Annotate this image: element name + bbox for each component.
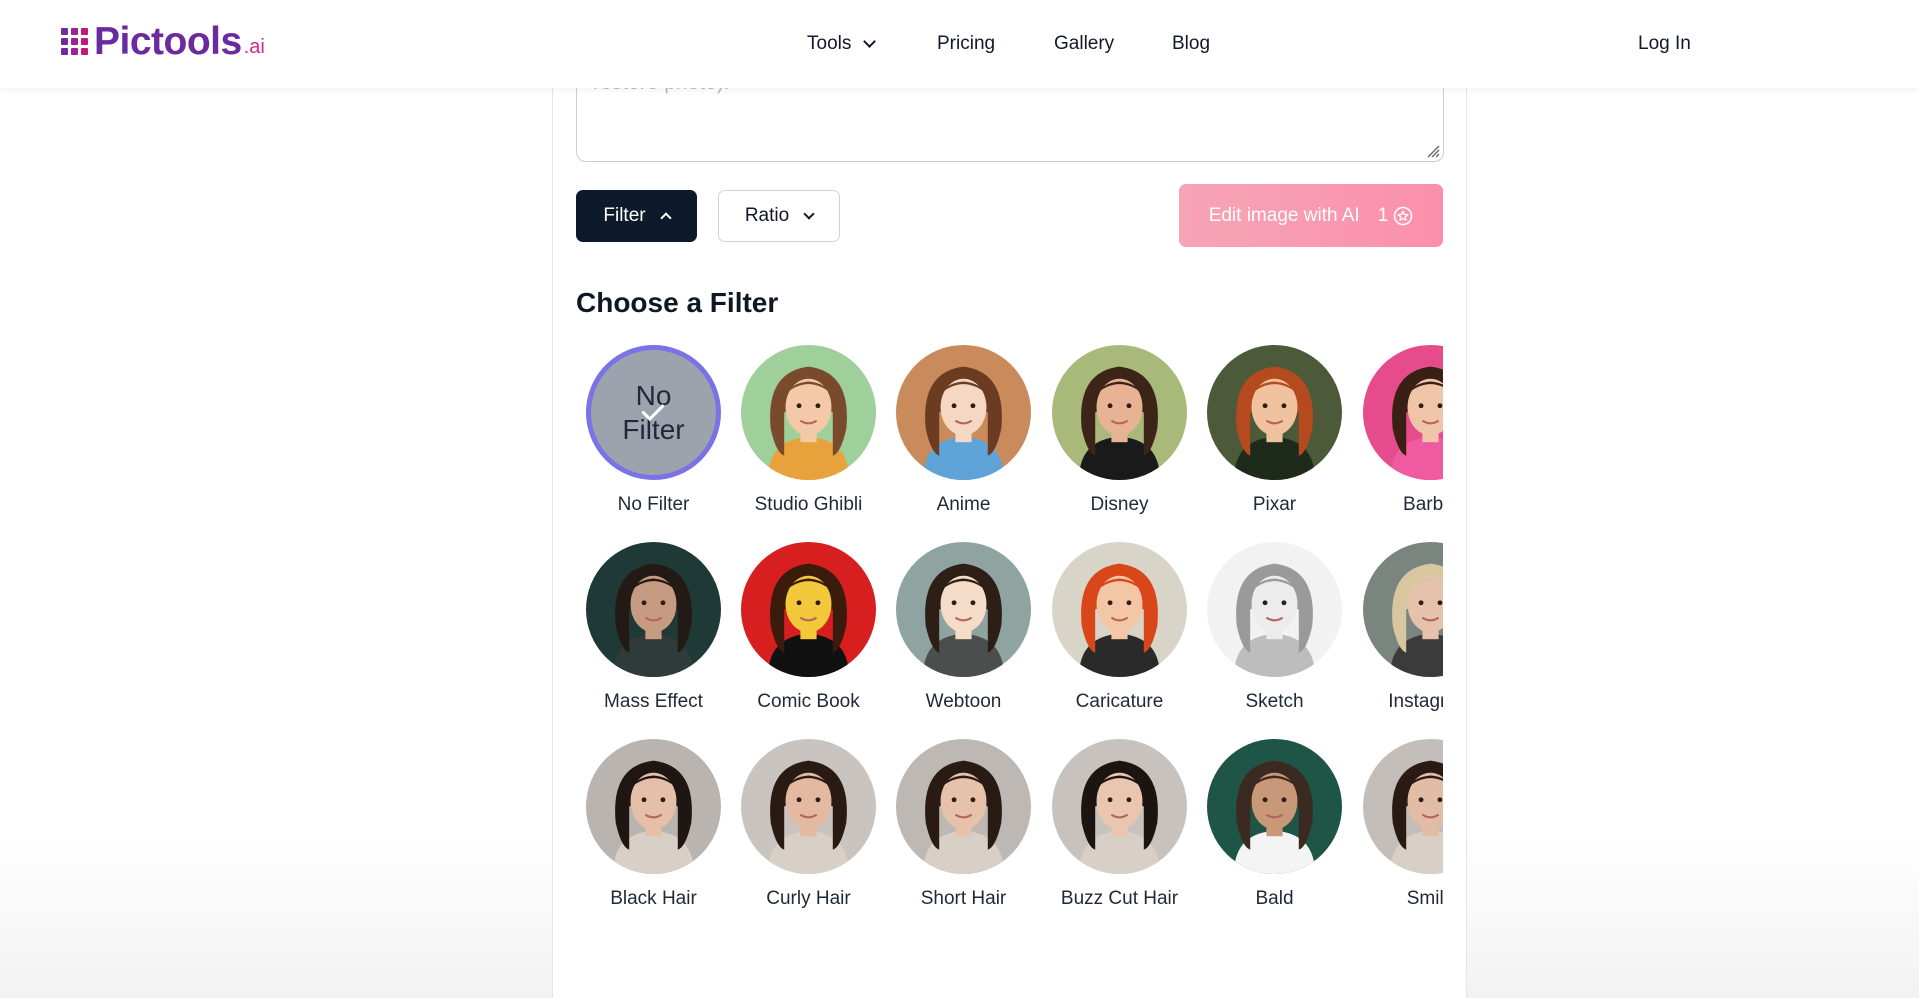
portrait-image (896, 739, 1031, 874)
filter-option-buzz-cut-hair[interactable]: Buzz Cut Hair (1042, 734, 1197, 914)
filter-thumbnail (1363, 739, 1443, 874)
filter-option-studio-ghibli[interactable]: Studio Ghibli (731, 340, 886, 520)
login-link[interactable]: Log In (1638, 33, 1691, 55)
filter-button[interactable]: Filter (576, 190, 697, 242)
credit-cost: 1 (1378, 205, 1414, 227)
filter-option-caricature[interactable]: Caricature (1042, 537, 1197, 717)
checkmark-icon (641, 397, 666, 421)
nav-gallery-label: Gallery (1054, 33, 1115, 54)
portrait-image (1052, 345, 1187, 480)
no-filter-badge: No Filter (622, 379, 685, 445)
nav-pricing[interactable]: Pricing (937, 33, 995, 55)
ratio-button-label: Ratio (744, 205, 790, 226)
nav-pricing-label: Pricing (937, 33, 996, 54)
portrait-image (896, 542, 1031, 677)
portrait-image (741, 345, 876, 480)
filter-option-smile[interactable]: Smile (1353, 734, 1443, 914)
filter-thumbnail (1207, 542, 1342, 677)
filter-button-label: Filter (603, 205, 646, 226)
filter-thumbnail (586, 542, 721, 677)
choose-filter-heading: Choose a Filter (576, 287, 779, 318)
chevron-down-icon (803, 208, 815, 220)
filter-option-no-filter[interactable]: No Filter No Filter (576, 340, 731, 520)
filter-label: Barbie (1403, 494, 1443, 515)
portrait-image (741, 542, 876, 677)
portrait-image (586, 542, 721, 677)
filter-label: Smile (1406, 888, 1443, 909)
logo-text: Pictools (94, 20, 242, 63)
logo-suffix: .ai (243, 36, 265, 58)
filter-thumbnail (741, 345, 876, 480)
filter-thumbnail (1052, 739, 1187, 874)
star-coin-icon (1393, 206, 1413, 225)
filter-thumbnail (1363, 542, 1443, 677)
nav-blog[interactable]: Blog (1172, 33, 1210, 55)
filter-option-curly-hair[interactable]: Curly Hair (731, 734, 886, 914)
filter-option-pixar[interactable]: Pixar (1197, 340, 1352, 520)
portrait-image (741, 739, 876, 874)
portrait-image (1207, 542, 1342, 677)
edit-image-label: Edit image with AI (1208, 204, 1360, 226)
top-navigation-bar: Pictools .ai Tools Pricing Gallery Blog … (0, 0, 1919, 88)
no-filter-thumbnail: No Filter (586, 345, 721, 480)
filter-thumbnail (1363, 345, 1443, 480)
filter-option-webtoon[interactable]: Webtoon (886, 537, 1041, 717)
portrait-image (896, 345, 1031, 480)
background-left (0, 90, 553, 998)
logo-grid-icon (61, 28, 88, 55)
filter-thumbnail (1052, 345, 1187, 480)
filter-thumbnail (1207, 345, 1342, 480)
filter-thumbnail (741, 739, 876, 874)
edit-image-button[interactable]: Edit image with AI 1 (1179, 184, 1443, 247)
filter-thumbnail (586, 739, 721, 874)
filter-thumbnail (1052, 542, 1187, 677)
filter-option-sketch[interactable]: Sketch (1197, 537, 1352, 717)
filter-grid: No Filter No Filter Studio Ghibli Anime Disne… (576, 340, 1443, 930)
filter-option-instagram[interactable]: Instagram (1353, 537, 1443, 717)
filter-thumbnail (896, 345, 1031, 480)
filter-thumbnail (741, 542, 876, 677)
nav-blog-label: Blog (1172, 33, 1211, 54)
chevron-down-icon (863, 35, 877, 48)
portrait-image (1363, 739, 1443, 874)
nav-gallery[interactable]: Gallery (1054, 33, 1114, 55)
filter-option-barbie[interactable]: Barbie (1353, 340, 1443, 520)
filter-option-black-hair[interactable]: Black Hair (576, 734, 731, 914)
filter-thumbnail (896, 739, 1031, 874)
resize-handle-icon[interactable] (1426, 144, 1440, 158)
filter-thumbnail (1207, 739, 1342, 874)
filter-option-mass-effect[interactable]: Mass Effect (576, 537, 731, 717)
nav-tools[interactable]: Tools (807, 33, 877, 55)
portrait-image (1207, 345, 1342, 480)
portrait-image (1052, 739, 1187, 874)
filter-option-bald[interactable]: Bald (1197, 734, 1352, 914)
background-right (1466, 90, 1919, 998)
filter-option-short-hair[interactable]: Short Hair (886, 734, 1041, 914)
portrait-image (1363, 345, 1443, 480)
filter-option-anime[interactable]: Anime (886, 340, 1041, 520)
nav-tools-label: Tools (807, 33, 852, 54)
filter-option-comic-book[interactable]: Comic Book (731, 537, 886, 717)
portrait-image (1363, 542, 1443, 677)
filter-label: Instagram (1388, 691, 1443, 712)
filter-thumbnail (896, 542, 1031, 677)
logo[interactable]: Pictools .ai (61, 22, 265, 61)
filter-option-disney[interactable]: Disney (1042, 340, 1197, 520)
portrait-image (586, 739, 721, 874)
credit-count: 1 (1377, 204, 1389, 226)
ratio-button[interactable]: Ratio (718, 190, 840, 242)
portrait-image (1207, 739, 1342, 874)
chevron-up-icon (659, 212, 672, 224)
portrait-image (1052, 542, 1187, 677)
